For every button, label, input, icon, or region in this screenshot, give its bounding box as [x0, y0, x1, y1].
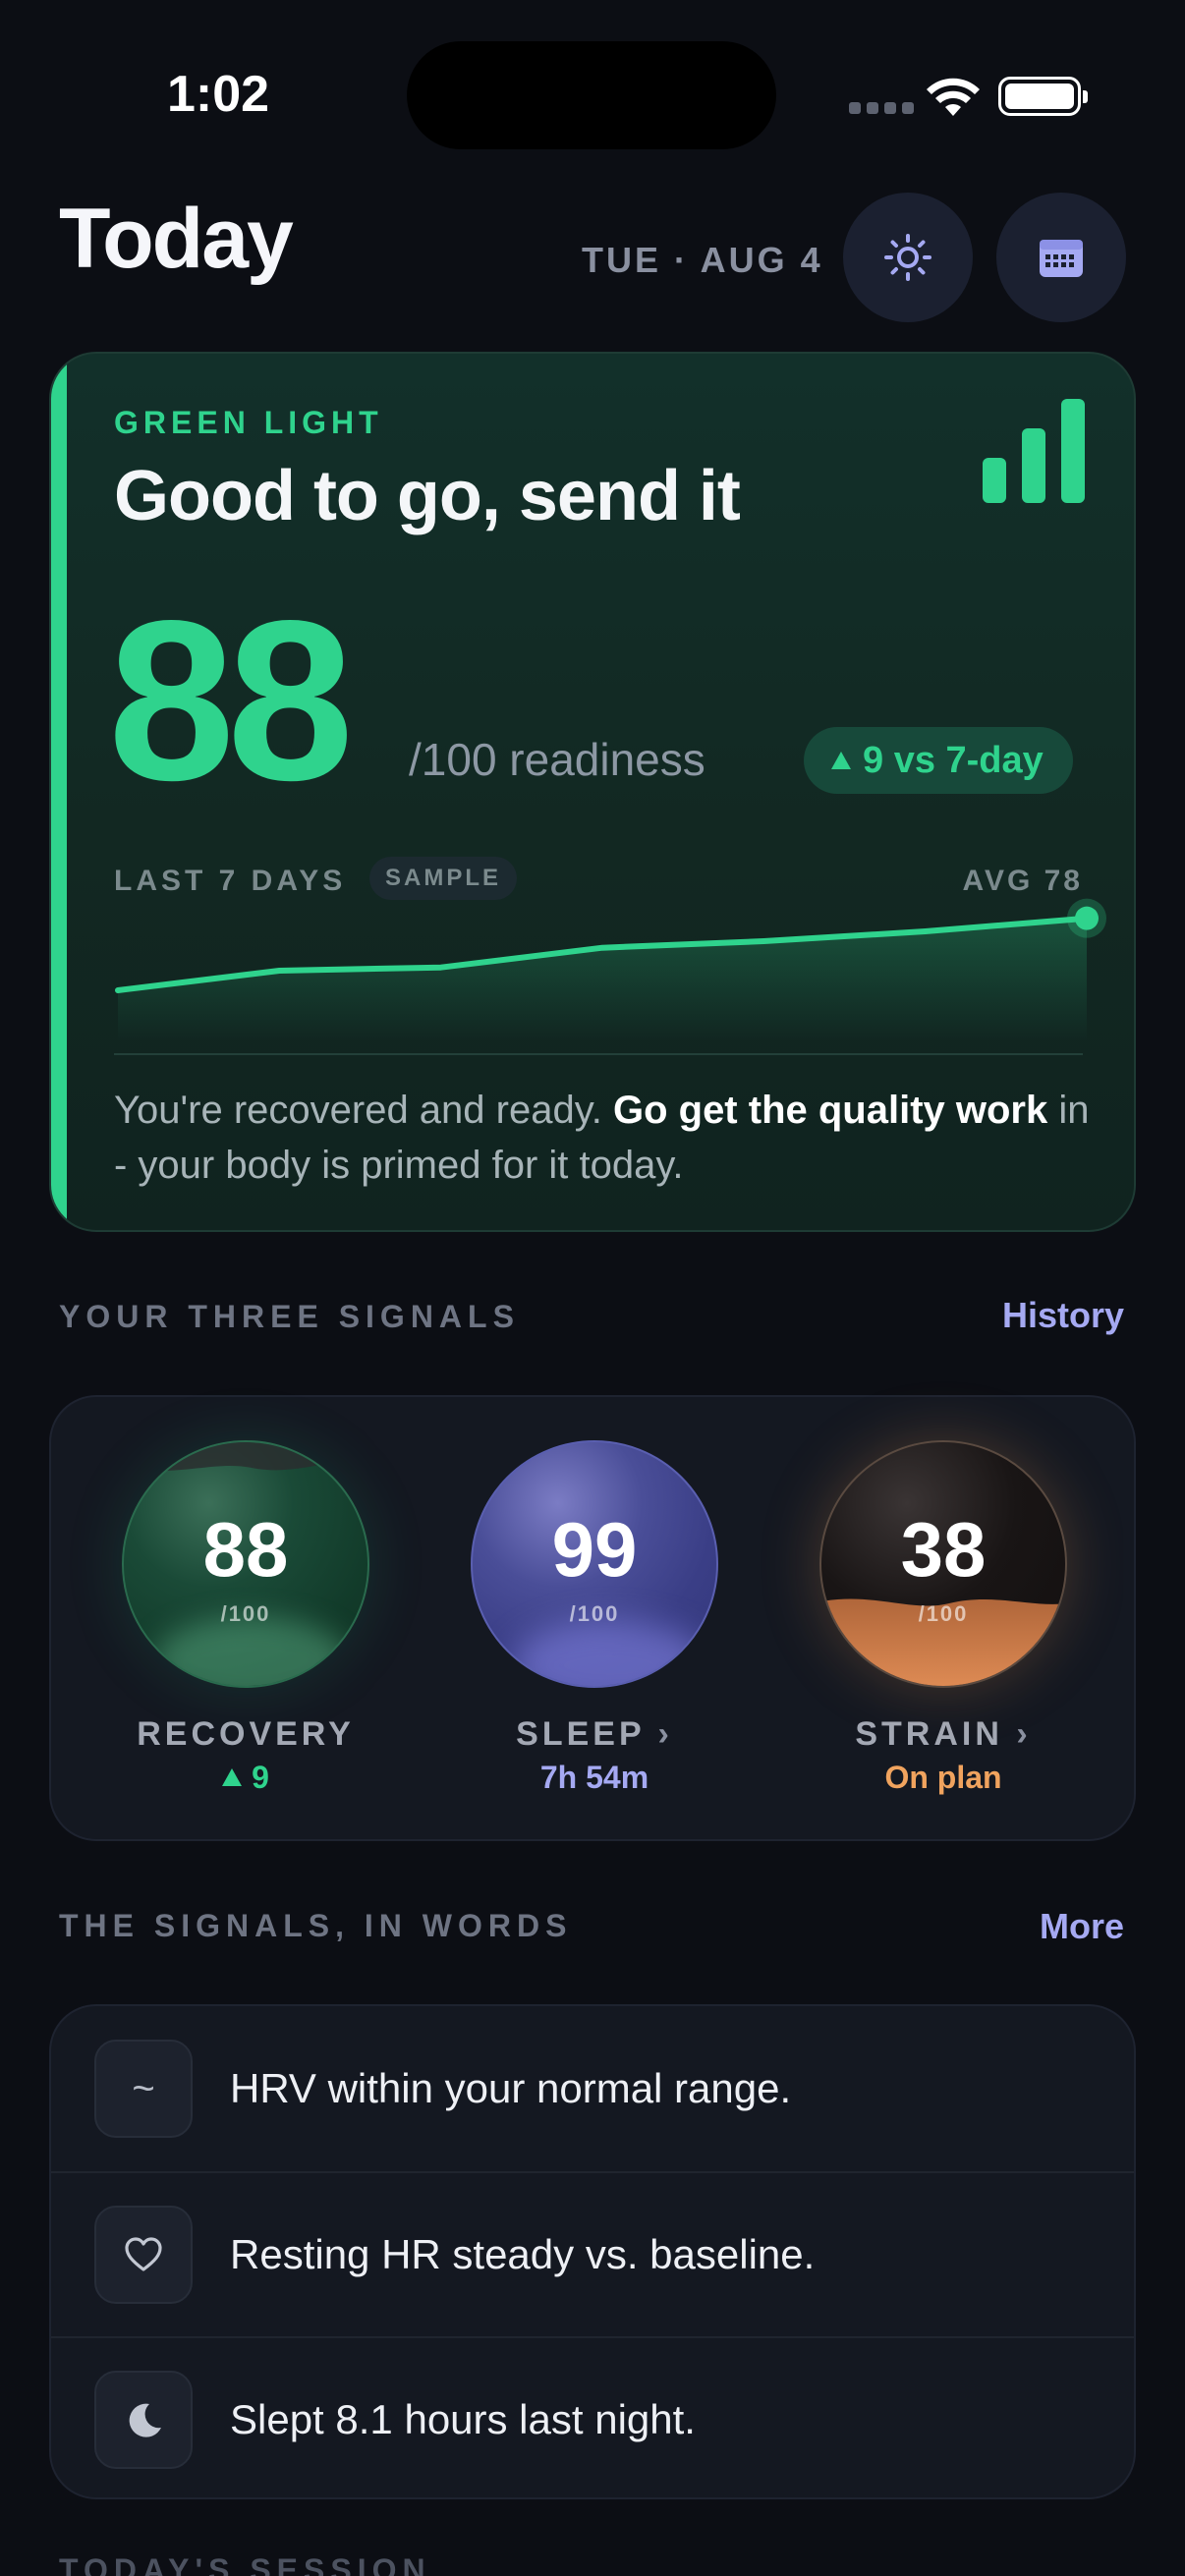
recovery-delta: 9 — [108, 1760, 383, 1796]
session-section-title: TODAY'S SESSION — [59, 2552, 431, 2576]
trend-area — [118, 918, 1087, 1041]
chevron-right-icon: › — [1016, 1715, 1032, 1753]
trend-latest-point — [1075, 906, 1099, 930]
status-time: 1:02 — [167, 66, 270, 123]
strain-signal[interactable]: 38 /100 STRAIN › On plan — [806, 1440, 1081, 1796]
list-item[interactable]: Slept 8.1 hours last night. — [51, 2336, 1134, 2497]
signals-card: 88 /100 RECOVERY 9 99 /100 SLEEP › 7h 54… — [49, 1395, 1136, 1841]
sleep-signal[interactable]: 99 /100 SLEEP › 7h 54m — [457, 1440, 732, 1796]
trend-label: LAST 7 DAYS — [114, 865, 347, 897]
theme-toggle-button[interactable] — [843, 193, 973, 322]
battery-icon — [998, 77, 1088, 116]
dynamic-island — [407, 41, 776, 149]
sleep-orb: 99 /100 — [471, 1440, 718, 1688]
up-arrow-icon — [222, 1768, 243, 1786]
readiness-summary: You're recovered and ready. Go get the q… — [114, 1089, 1090, 1187]
recovery-orb: 88 /100 — [122, 1440, 369, 1688]
history-link[interactable]: History — [1002, 1295, 1124, 1336]
card-divider — [114, 1053, 1083, 1055]
header-date: TUE · AUG 4 — [582, 240, 823, 280]
cellular-signal-icon — [849, 102, 914, 114]
readiness-score: 88 — [108, 574, 354, 828]
today-screen: 1:02 Today TUE · AUG 4 GREEN LIGHT Good … — [0, 0, 1185, 2576]
strain-orb: 38 /100 — [819, 1440, 1067, 1688]
wave-icon: ~ — [94, 2040, 193, 2138]
calendar-button[interactable] — [996, 193, 1126, 322]
strain-status: On plan — [884, 1760, 1002, 1795]
readiness-score-suffix: /100 readiness — [409, 734, 705, 785]
list-item-text: Resting HR steady vs. baseline. — [230, 2231, 816, 2277]
readiness-status-label: GREEN LIGHT — [114, 405, 383, 440]
chevron-right-icon: › — [657, 1715, 673, 1753]
sleep-max: /100 — [569, 1601, 620, 1626]
recovery-max: /100 — [220, 1601, 271, 1626]
words-section-title: THE SIGNALS, IN WORDS — [59, 1908, 573, 1943]
trend-average: AVG 78 — [962, 865, 1083, 897]
sleep-value: 99 — [551, 1506, 638, 1593]
signals-section-title: YOUR THREE SIGNALS — [59, 1299, 520, 1334]
sample-tag: SAMPLE — [369, 857, 518, 900]
trend-sparkline — [115, 898, 1106, 1041]
list-item[interactable]: Resting HR steady vs. baseline. — [51, 2171, 1134, 2336]
more-link[interactable]: More — [1040, 1906, 1124, 1947]
wifi-icon — [927, 78, 980, 116]
strain-max: /100 — [918, 1601, 969, 1626]
readiness-delta-badge: 9 vs 7-day — [804, 727, 1073, 794]
page-title: Today — [59, 192, 294, 286]
readiness-delta-text: 9 vs 7-day — [863, 739, 1044, 781]
calendar-icon — [1040, 240, 1083, 277]
list-item-text: Slept 8.1 hours last night. — [230, 2396, 696, 2442]
list-item[interactable]: ~ HRV within your normal range. — [51, 2006, 1134, 2171]
strain-value: 38 — [900, 1506, 987, 1593]
readiness-accent-bar — [51, 354, 67, 1230]
signal-words-card: ~ HRV within your normal range. Resting … — [49, 2004, 1136, 2499]
signal-bars-icon — [983, 399, 1085, 503]
strain-label: STRAIN › — [855, 1715, 1032, 1753]
readiness-headline: Good to go, send it — [114, 457, 741, 535]
recovery-label: RECOVERY — [137, 1715, 355, 1753]
sun-icon — [884, 234, 931, 281]
moon-icon — [94, 2371, 193, 2469]
list-item-text: HRV within your normal range. — [230, 2065, 792, 2111]
heart-icon — [94, 2206, 193, 2304]
recovery-signal[interactable]: 88 /100 RECOVERY 9 — [108, 1440, 383, 1796]
sleep-duration: 7h 54m — [539, 1760, 649, 1795]
up-arrow-icon — [831, 752, 851, 769]
sleep-label: SLEEP › — [516, 1715, 673, 1753]
recovery-value: 88 — [202, 1506, 289, 1593]
readiness-card[interactable]: GREEN LIGHT Good to go, send it 88 /100 … — [49, 352, 1136, 1232]
